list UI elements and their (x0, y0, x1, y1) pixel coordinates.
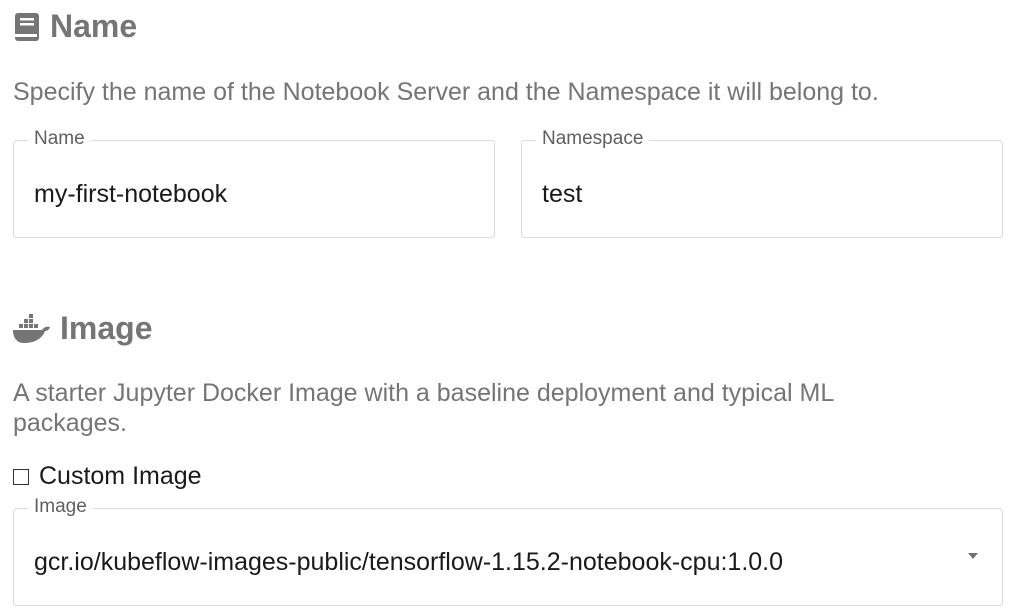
image-section-description: A starter Jupyter Docker Image with a ba… (13, 379, 834, 437)
image-select[interactable]: Image gcr.io/kubeflow-images-public/tens… (13, 495, 1003, 606)
custom-image-checkbox-label[interactable]: Custom Image (39, 462, 202, 491)
name-section-title: Name (12, 8, 137, 45)
custom-image-checkbox-box[interactable] (13, 468, 29, 485)
image-section-title: Image (12, 310, 152, 347)
namespace-field-label: Namespace (536, 127, 650, 151)
book-icon (12, 12, 42, 42)
name-section-heading: Name (50, 8, 138, 44)
name-field-label: Name (28, 127, 91, 151)
image-select-label: Image (28, 495, 93, 519)
image-section-heading: Image (60, 310, 153, 346)
name-input[interactable]: my-first-notebook (34, 179, 227, 209)
namespace-field[interactable]: Namespace test (521, 127, 1003, 238)
docker-icon (12, 313, 52, 344)
namespace-input[interactable]: test (542, 179, 582, 209)
image-select-value[interactable]: gcr.io/kubeflow-images-public/tensorflow… (34, 547, 783, 577)
name-section-description: Specify the name of the Notebook Server … (13, 78, 879, 106)
name-field[interactable]: Name my-first-notebook (13, 127, 495, 238)
chevron-down-icon[interactable] (968, 553, 978, 559)
custom-image-checkbox[interactable]: Custom Image (13, 462, 202, 491)
